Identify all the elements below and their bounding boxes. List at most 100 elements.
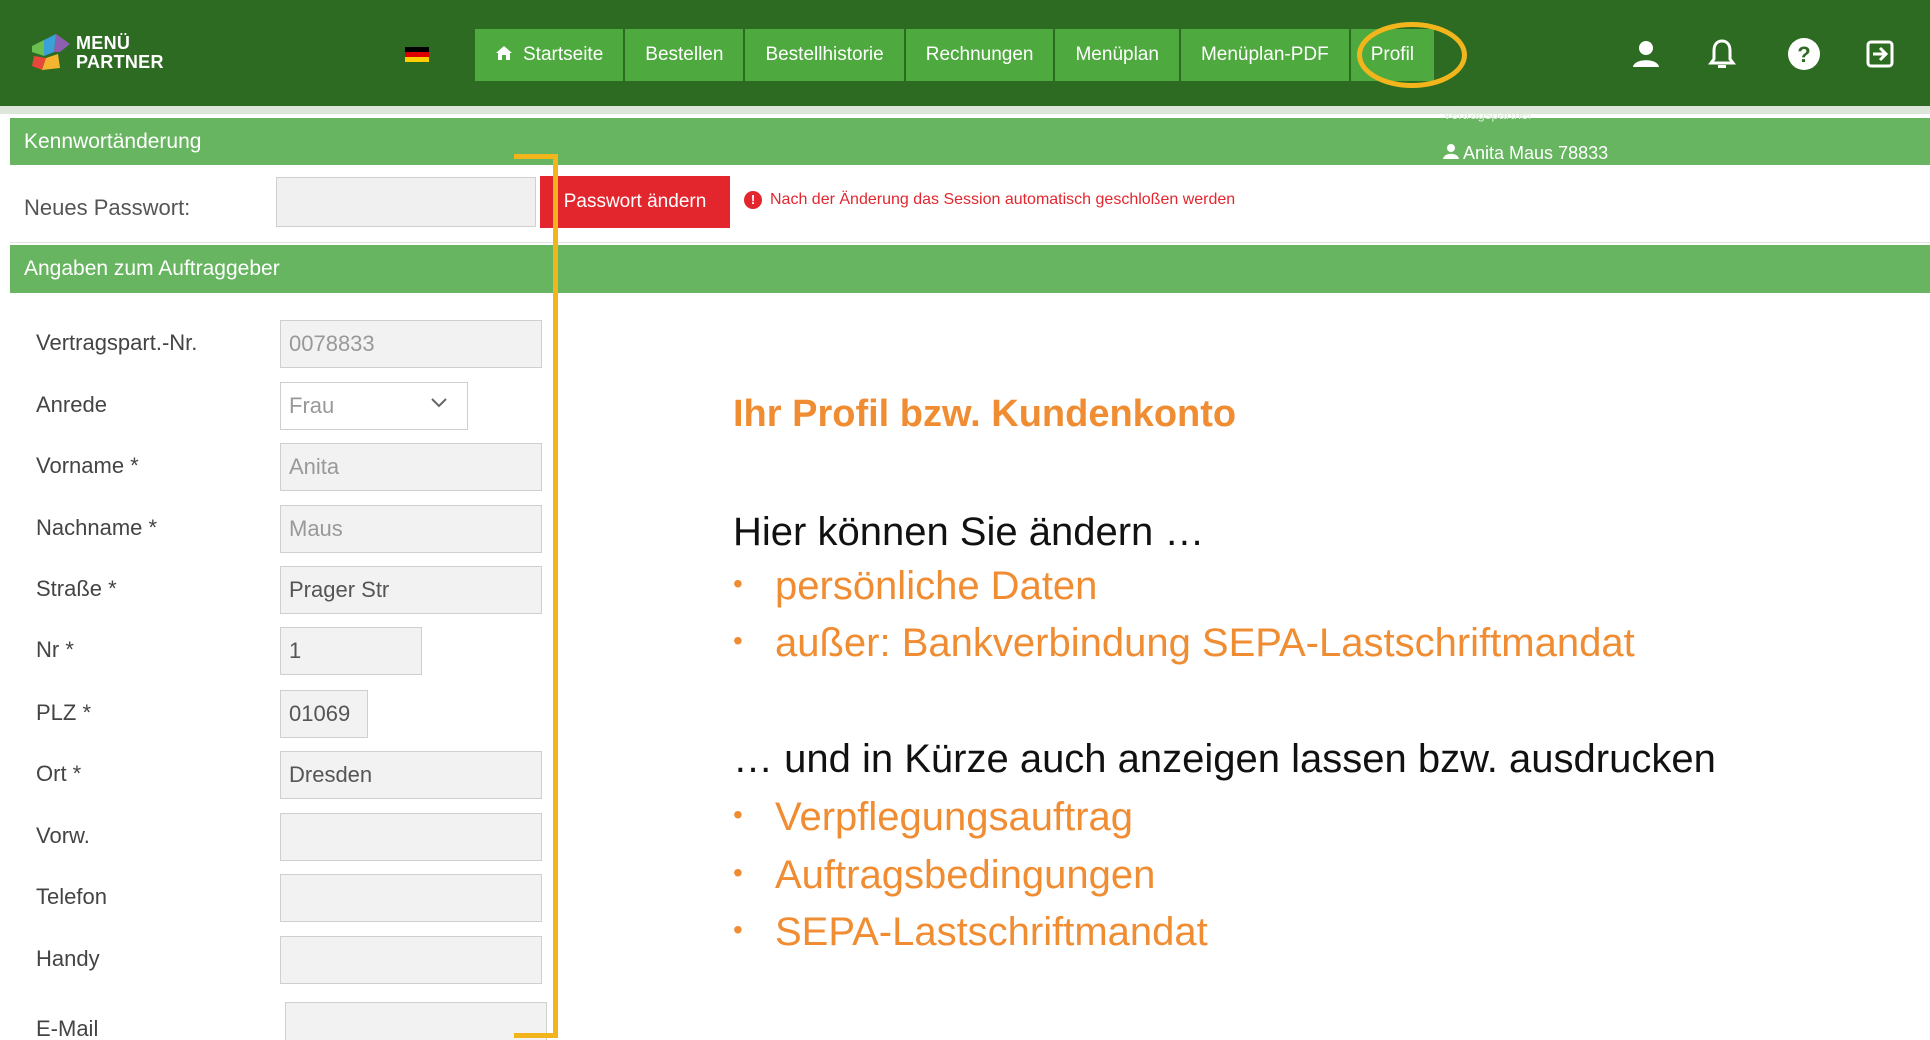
form-row-anrede: Anrede Frau	[36, 382, 556, 432]
field-label: Handy	[36, 946, 100, 971]
nav-label: Bestellhistorie	[765, 44, 884, 65]
nav-label: Menüplan	[1075, 44, 1159, 65]
user-icon[interactable]	[1626, 34, 1666, 74]
field-label: Telefon	[36, 884, 107, 909]
partner-name-text: Anita Maus 78833	[1463, 143, 1609, 163]
form-row-nachname: Nachname * Maus	[36, 505, 556, 555]
annotation-bullet-text: persönliche Daten	[775, 564, 1098, 608]
home-icon	[495, 45, 513, 66]
client-section-header: Angaben zum Auftraggeber	[10, 245, 1930, 293]
field-label: Vorname *	[36, 453, 139, 478]
nav-label: Bestellen	[645, 44, 724, 65]
bullet-icon: •	[733, 857, 743, 888]
handy-input[interactable]	[280, 936, 542, 984]
form-row-vertragspartnr: Vertragspart.-Nr. 0078833	[36, 320, 556, 370]
partner-user-icon	[1443, 144, 1459, 159]
nav-startseite[interactable]: Startseite	[475, 29, 624, 81]
bullet-icon: •	[733, 799, 743, 830]
change-password-button[interactable]: Passwort ändern	[540, 176, 730, 228]
form-row-nr: Nr * 1	[36, 627, 556, 677]
form-row-ort: Ort * Dresden	[36, 751, 556, 801]
top-navigation-bar: MENÜ PARTNER Startseite Bestellen Bestel…	[0, 0, 1930, 106]
annotation-bullet: • SEPA-Lastschriftmandat	[723, 910, 1208, 955]
hausnummer-input[interactable]: 1	[280, 627, 422, 675]
bell-icon[interactable]	[1702, 34, 1742, 74]
password-note-text: Nach der Änderung das Session automatisc…	[770, 191, 1236, 208]
annotation-bullet: • persönliche Daten	[723, 564, 1097, 609]
svg-text:?: ?	[1797, 42, 1810, 67]
annotation-bullet-text: außer: Bankverbindung SEPA-Lastschriftma…	[775, 621, 1635, 665]
nav-menueplan-pdf[interactable]: Menüplan-PDF	[1180, 29, 1349, 81]
nav-menueplan[interactable]: Menüplan	[1055, 29, 1179, 81]
anrede-value: Frau	[289, 393, 335, 418]
field-label: PLZ *	[36, 700, 92, 725]
help-icon[interactable]: ?	[1784, 34, 1824, 74]
password-row: Neues Passwort: Passwort ändern ! Nach d…	[10, 173, 1930, 243]
anrede-select[interactable]: Frau	[280, 382, 468, 430]
field-label: Straße *	[36, 576, 117, 601]
form-row-telefon: Telefon	[36, 874, 556, 924]
bullet-icon: •	[733, 625, 743, 656]
bullet-icon: •	[733, 568, 743, 599]
field-label: Anrede	[36, 392, 107, 417]
partner-label: Vertragspartner	[1443, 107, 1533, 122]
nav-rechnungen[interactable]: Rechnungen	[905, 29, 1054, 81]
partner-name: Anita Maus 78833	[1443, 143, 1608, 164]
logout-icon[interactable]	[1860, 34, 1900, 74]
plz-input[interactable]: 01069	[280, 690, 368, 738]
nav-label: Startseite	[523, 44, 604, 65]
main-navigation: Startseite Bestellen Bestellhistorie Rec…	[475, 29, 1435, 81]
topbar-divider	[0, 106, 1930, 114]
field-label: Nachname *	[36, 515, 158, 540]
password-section-title: Kennwortänderung	[24, 129, 202, 153]
vorwahl-input[interactable]	[280, 813, 542, 861]
vorname-input[interactable]: Anita	[280, 443, 542, 491]
form-row-plz: PLZ * 01069	[36, 690, 556, 740]
annotation-title: Ihr Profil bzw. Kundenkonto	[733, 393, 1237, 435]
form-row-strasse: Straße * Prager Str	[36, 566, 556, 616]
logo-mark-icon	[32, 34, 70, 70]
form-row-vorname: Vorname * Anita	[36, 443, 556, 493]
profil-highlight-circle	[1357, 22, 1467, 88]
bullet-icon: •	[733, 914, 743, 945]
nav-bestellen[interactable]: Bestellen	[625, 29, 744, 81]
ort-input[interactable]: Dresden	[280, 751, 542, 799]
menue-partner-logo[interactable]: MENÜ PARTNER	[30, 30, 170, 76]
email-input[interactable]	[285, 1002, 547, 1040]
form-row-handy: Handy	[36, 936, 556, 986]
logo-line-2: PARTNER	[76, 52, 164, 72]
chevron-down-icon	[431, 395, 447, 413]
logo-line-1: MENÜ	[76, 33, 131, 53]
form-row-vorwahl: Vorw.	[36, 813, 556, 863]
field-label: Ort *	[36, 761, 82, 786]
field-label: Vorw.	[36, 823, 90, 848]
annotation-show-intro: … und in Kürze auch anzeigen lassen bzw.…	[733, 737, 1716, 781]
nachname-input[interactable]: Maus	[280, 505, 542, 553]
field-label: Vertragspart.-Nr.	[36, 330, 198, 355]
password-note: ! Nach der Änderung das Session automati…	[744, 191, 1235, 209]
logo-text: MENÜ PARTNER	[76, 34, 164, 72]
exclamation-circle-icon: !	[744, 191, 762, 209]
highlight-bracket	[514, 154, 558, 1038]
vertragspartnr-input[interactable]: 0078833	[280, 320, 542, 368]
german-flag-icon[interactable]	[405, 47, 429, 62]
new-password-label: Neues Passwort:	[24, 195, 191, 220]
annotation-intro: Hier können Sie ändern …	[733, 510, 1205, 554]
annotation-bullet: • außer: Bankverbindung SEPA-Lastschriftm…	[723, 621, 1635, 666]
annotation-bullet: • Auftragsbedingungen	[723, 853, 1155, 898]
field-label: E-Mail	[36, 1016, 99, 1040]
annotation-bullet-text: Auftragsbedingungen	[775, 853, 1156, 897]
annotation-bullet-text: SEPA-Lastschriftmandat	[775, 910, 1208, 954]
annotation-bullet: • Verpflegungsauftrag	[723, 795, 1133, 840]
nav-bestellhistorie[interactable]: Bestellhistorie	[745, 29, 904, 81]
form-row-email: E-Mail	[36, 1002, 556, 1040]
nav-label: Rechnungen	[925, 44, 1034, 65]
client-section-title: Angaben zum Auftraggeber	[24, 257, 280, 280]
strasse-input[interactable]: Prager Str	[280, 566, 542, 614]
password-section-header: Kennwortänderung	[10, 118, 1930, 165]
new-password-input[interactable]	[276, 177, 536, 227]
field-label: Nr *	[36, 637, 74, 662]
annotation-bullet-text: Verpflegungsauftrag	[775, 795, 1134, 839]
telefon-input[interactable]	[280, 874, 542, 922]
nav-label: Menüplan-PDF	[1200, 44, 1329, 65]
